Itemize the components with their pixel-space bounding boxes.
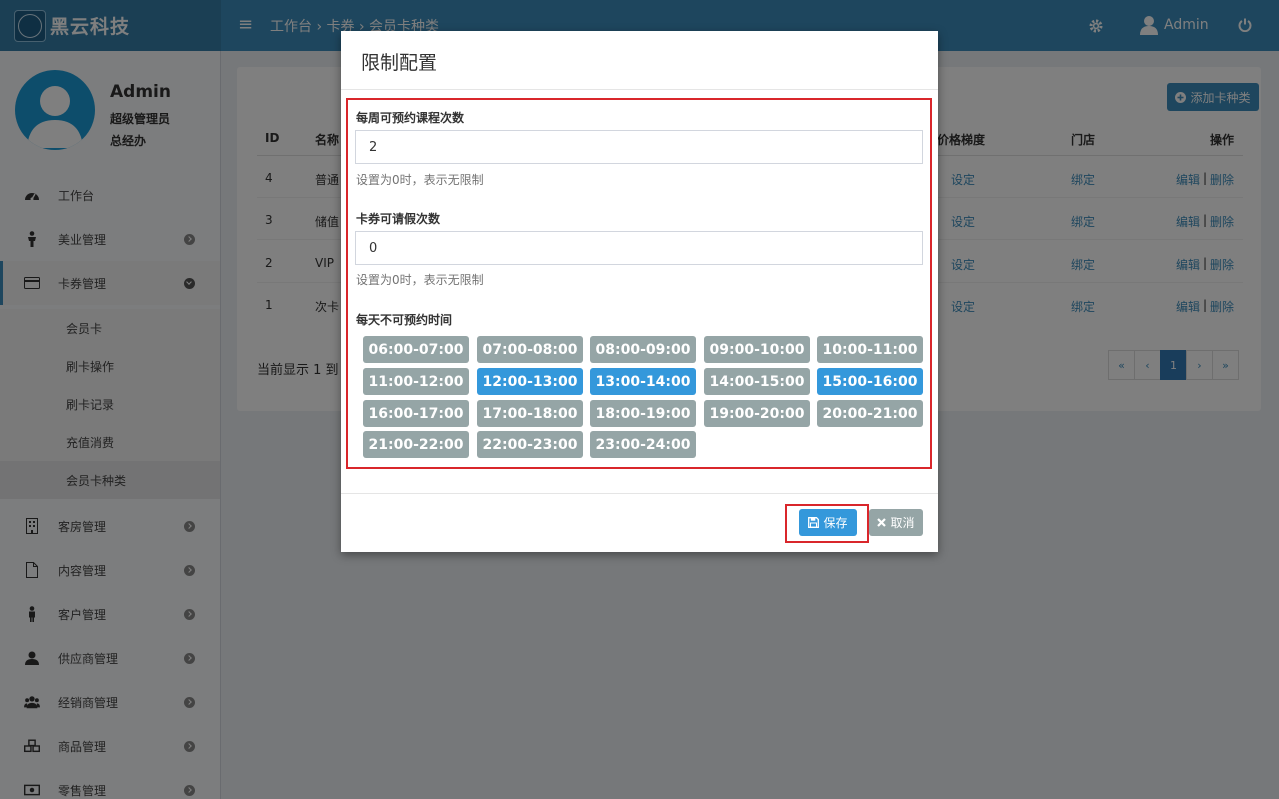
modal-title: 限制配置 [361, 52, 438, 74]
weekly-bookings-label: 每周可预约课程次数 [356, 111, 465, 125]
time-slot-button[interactable]: 23:00-24:00 [590, 431, 696, 458]
save-button[interactable]: 保存 [799, 509, 857, 536]
floppy-disk-icon [808, 517, 820, 528]
time-slot-button[interactable]: 19:00-20:00 [704, 400, 810, 427]
time-slot-button[interactable]: 06:00-07:00 [363, 336, 469, 363]
time-slot-button[interactable]: 12:00-13:00 [477, 368, 583, 395]
cancel-button-label: 取消 [890, 516, 915, 530]
weekly-bookings-input[interactable]: 2 [355, 130, 923, 164]
time-slot-button[interactable]: 08:00-09:00 [590, 336, 696, 363]
leave-count-label: 卡券可请假次数 [356, 212, 441, 226]
time-slot-button[interactable]: 15:00-16:00 [817, 368, 923, 395]
modal-header-divider [341, 89, 938, 90]
restriction-config-modal: 限制配置 每周可预约课程次数 2 设置为0时，表示无限制 卡券可请假次数 0 设… [341, 31, 938, 552]
leave-count-help: 设置为0时，表示无限制 [356, 273, 484, 287]
leave-count-input[interactable]: 0 [355, 231, 923, 265]
save-button-label: 保存 [823, 516, 848, 530]
weekly-bookings-help: 设置为0时，表示无限制 [356, 173, 484, 187]
cancel-button[interactable]: 取消 [869, 509, 923, 536]
time-slot-button[interactable]: 16:00-17:00 [363, 400, 469, 427]
time-slot-button[interactable]: 11:00-12:00 [363, 368, 469, 395]
blocked-slots-label: 每天不可预约时间 [356, 313, 453, 327]
time-slot-button[interactable]: 09:00-10:00 [704, 336, 810, 363]
time-slot-button[interactable]: 22:00-23:00 [477, 431, 583, 458]
time-slot-button[interactable]: 07:00-08:00 [477, 336, 583, 363]
time-slot-button[interactable]: 17:00-18:00 [477, 400, 583, 427]
time-slot-button[interactable]: 14:00-15:00 [704, 368, 810, 395]
time-slot-button[interactable]: 20:00-21:00 [817, 400, 923, 427]
time-slot-button[interactable]: 21:00-22:00 [363, 431, 469, 458]
time-slot-button[interactable]: 18:00-19:00 [590, 400, 696, 427]
close-icon [877, 518, 887, 527]
time-slot-button[interactable]: 10:00-11:00 [817, 336, 923, 363]
time-slot-button[interactable]: 13:00-14:00 [590, 368, 696, 395]
modal-footer-divider [341, 493, 938, 494]
